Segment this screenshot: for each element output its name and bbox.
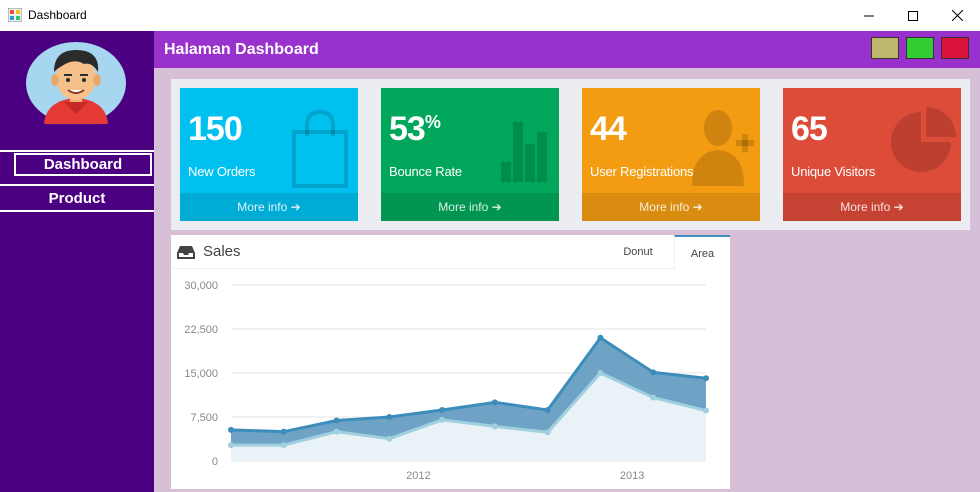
more-info-link[interactable]: More info ➔	[582, 193, 760, 221]
sales-area-chart: 0 7,500 15,000 22,500 30,000 2012 2013	[184, 280, 709, 482]
x-tick-label: 2013	[620, 470, 644, 482]
inbox-icon	[177, 246, 195, 259]
data-point	[703, 407, 709, 414]
data-point	[280, 442, 287, 449]
tab-area[interactable]: Area	[674, 235, 730, 269]
window-title: Dashboard	[28, 8, 87, 22]
close-button[interactable]	[934, 0, 980, 31]
data-point	[228, 442, 234, 449]
data-point	[650, 369, 657, 376]
data-point	[439, 406, 446, 413]
data-point	[333, 428, 340, 435]
data-point	[491, 423, 498, 430]
minimize-icon	[864, 15, 874, 16]
sales-title: Sales	[203, 243, 241, 260]
data-point	[439, 416, 446, 423]
more-info-link[interactable]: More info ➔	[783, 193, 961, 221]
sidebar-item-product[interactable]: Product	[0, 186, 154, 213]
minimize-button[interactable]	[846, 0, 892, 31]
page-title: Halaman Dashboard	[164, 41, 319, 58]
stat-box-unique-visitors: 65 Unique Visitors More info ➔	[783, 88, 961, 221]
data-point	[491, 399, 498, 406]
arrow-circle-right-icon: ➔	[491, 200, 502, 214]
stat-box-new-orders: 150 New Orders More info ➔	[180, 88, 358, 221]
shopping-bag-icon	[292, 109, 348, 188]
more-info-link[interactable]: More info ➔	[180, 193, 358, 221]
app-icon	[8, 8, 22, 22]
y-tick-label: 15,000	[184, 368, 218, 380]
arrow-circle-right-icon: ➔	[893, 200, 904, 214]
sales-panel-header: Sales Donut Area	[171, 235, 730, 269]
data-point	[597, 370, 604, 376]
pie-chart-icon	[891, 107, 956, 172]
data-point	[228, 426, 234, 433]
avatar	[26, 42, 126, 124]
stats-panel: 150 New Orders More info ➔ 53% Bounce Ra…	[171, 79, 970, 230]
data-point	[703, 375, 709, 382]
close-icon	[951, 10, 963, 21]
data-point	[333, 417, 340, 424]
stat-value: 150	[188, 110, 243, 148]
data-point	[650, 394, 657, 401]
data-point	[544, 429, 551, 436]
window-titlebar: Dashboard	[0, 0, 980, 31]
data-point	[386, 414, 393, 420]
tab-donut[interactable]: Donut	[603, 235, 673, 269]
stat-value: 44	[590, 110, 627, 148]
y-tick-label: 7,500	[190, 412, 218, 424]
arrow-circle-right-icon: ➔	[692, 200, 703, 214]
stat-label: Unique Visitors	[791, 164, 876, 179]
sidebar-item-label: Product	[48, 190, 106, 207]
nav-divider	[0, 210, 154, 212]
maximize-button[interactable]	[890, 0, 936, 31]
theme-swatch-red[interactable]	[941, 37, 969, 59]
x-tick-label: 2012	[406, 470, 430, 482]
user-add-icon	[692, 110, 754, 186]
data-point	[280, 428, 287, 435]
main-content: 150 New Orders More info ➔ 53% Bounce Ra…	[154, 68, 980, 492]
data-point	[597, 334, 604, 341]
stat-value: 65	[791, 110, 828, 148]
page-header: Halaman Dashboard	[154, 31, 980, 68]
more-info-link[interactable]: More info ➔	[381, 193, 559, 221]
maximize-icon	[908, 10, 918, 21]
y-tick-label: 22,500	[184, 324, 218, 336]
theme-swatch-khaki[interactable]	[871, 37, 899, 59]
sidebar-item-dashboard[interactable]: Dashboard	[0, 151, 154, 178]
bar-chart-icon	[501, 122, 547, 182]
stat-label: User Registrations	[590, 164, 694, 179]
sidebar-item-label: Dashboard	[14, 153, 152, 176]
stat-value: 53%	[389, 110, 441, 148]
arrow-circle-right-icon: ➔	[290, 200, 301, 214]
data-point	[544, 406, 551, 413]
stat-label: Bounce Rate	[389, 164, 462, 179]
stat-box-user-registrations: 44 User Registrations More info ➔	[582, 88, 760, 221]
sidebar: Dashboard Product	[0, 31, 154, 492]
y-tick-label: 30,000	[184, 280, 218, 292]
sales-panel: Sales Donut Area 0 7,500 15,000 22,500 30,00…	[171, 235, 730, 489]
data-point	[386, 435, 393, 442]
stat-box-bounce-rate: 53% Bounce Rate More info ➔	[381, 88, 559, 221]
stat-label: New Orders	[188, 164, 256, 179]
theme-swatch-green[interactable]	[906, 37, 934, 59]
y-tick-label: 0	[212, 456, 218, 468]
